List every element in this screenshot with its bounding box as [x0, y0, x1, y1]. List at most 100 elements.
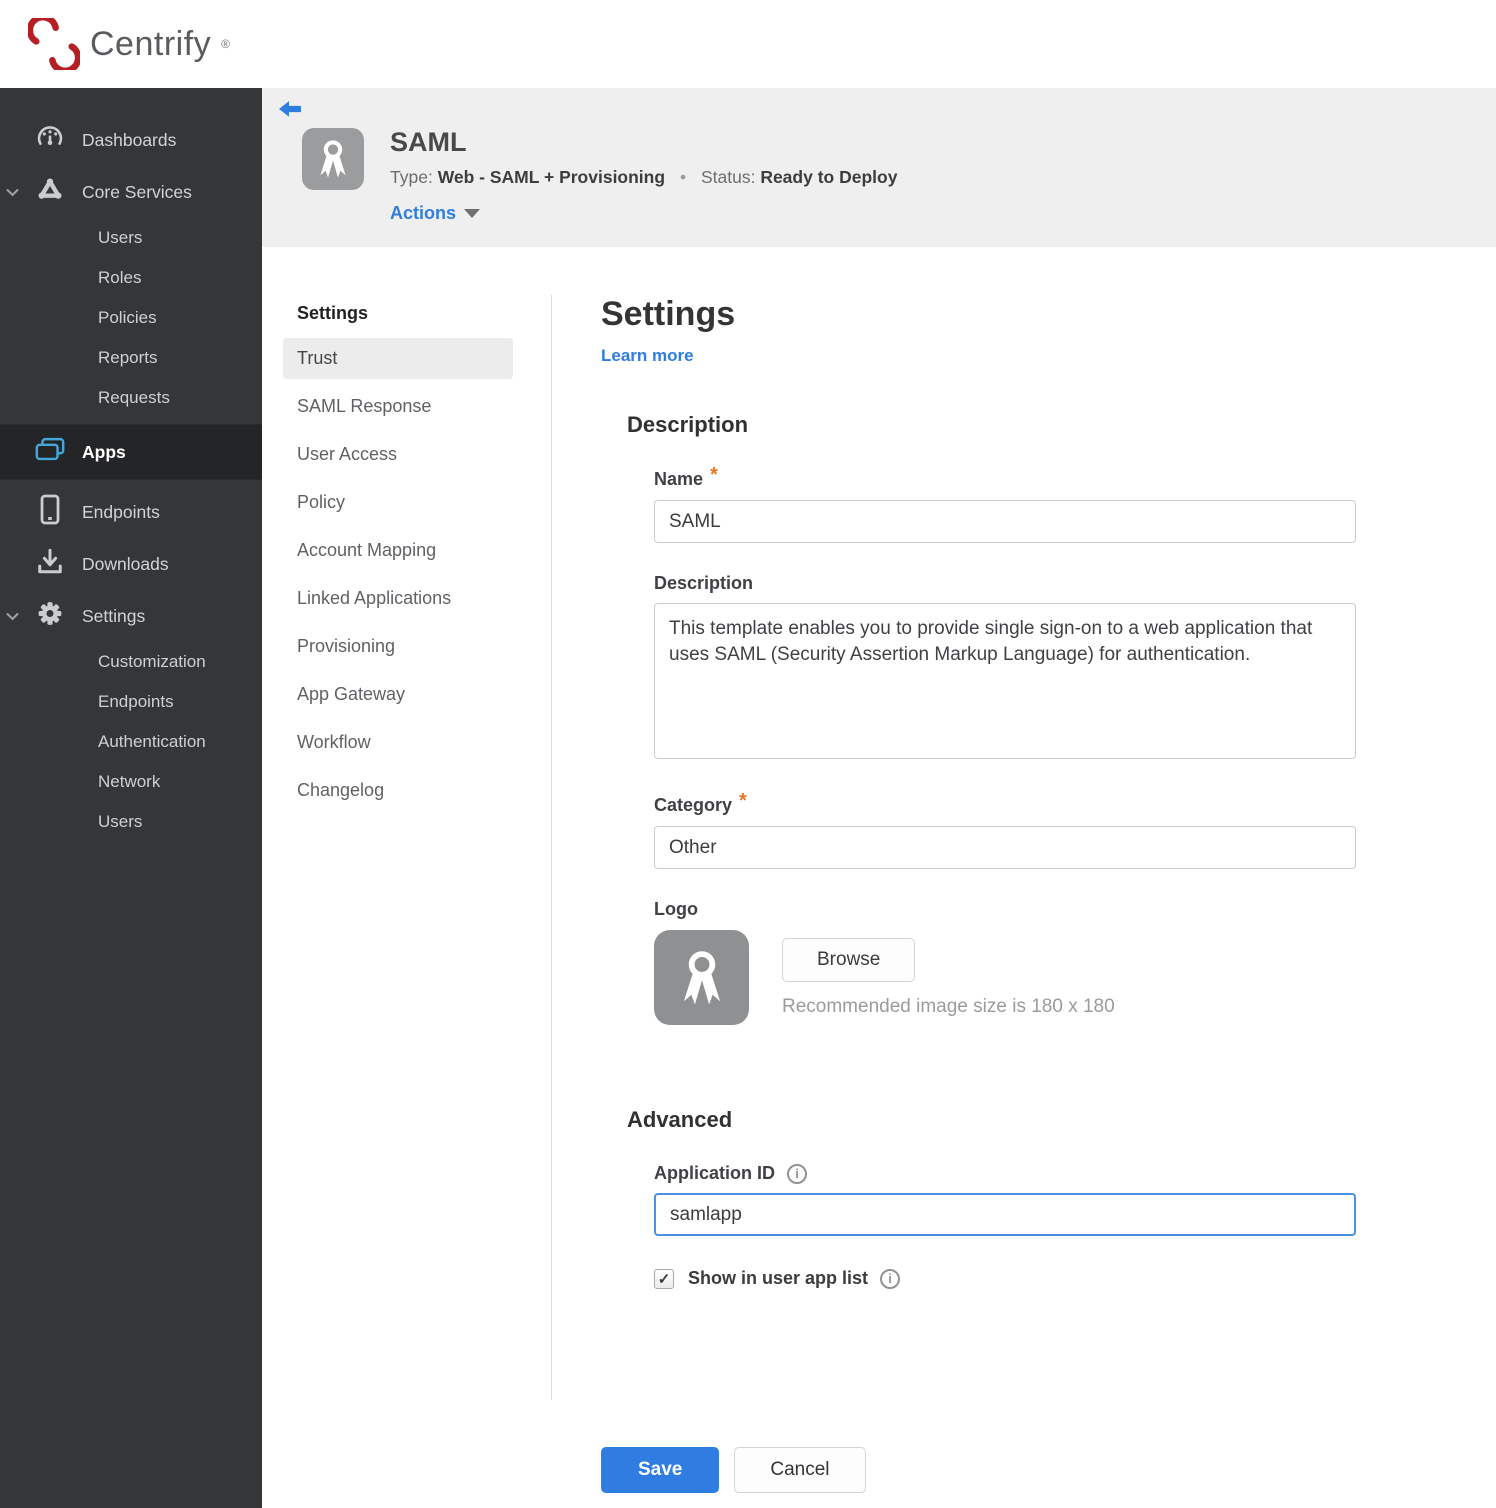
core-services-children: Users Roles Policies Reports Requests	[0, 218, 262, 418]
save-button[interactable]: Save	[601, 1447, 720, 1493]
show-in-user-app-list-checkbox[interactable]: ✓	[654, 1268, 674, 1289]
sidebar-item-customization[interactable]: Customization	[0, 642, 262, 682]
app-header-band: SAML Type: Web - SAML + Provisioning • S…	[262, 88, 1496, 247]
sidebar-item-label: Endpoints	[82, 501, 160, 522]
show-in-user-app-list-label: Show in user app list	[688, 1268, 869, 1288]
actions-label: Actions	[390, 202, 457, 223]
type-label: Type:	[390, 166, 433, 187]
subnav-item-saml-response[interactable]: SAML Response	[283, 386, 513, 427]
sidebar-item-policies[interactable]: Policies	[0, 298, 262, 338]
required-marker: *	[710, 464, 718, 486]
chevron-down-icon[interactable]	[6, 182, 19, 203]
category-label: Category	[654, 795, 733, 815]
smartphone-icon	[33, 494, 67, 530]
name-field[interactable]	[654, 500, 1356, 543]
sidebar-item-label: Downloads	[82, 553, 169, 574]
actions-dropdown[interactable]: Actions	[390, 203, 897, 224]
sidebar-item-endpoints[interactable]: Endpoints	[0, 486, 262, 538]
subnav-item-workflow[interactable]: Workflow	[283, 722, 513, 763]
sidebar-item-users[interactable]: Users	[0, 218, 262, 258]
registered-mark: ®	[221, 37, 230, 51]
subnav-item-linked-applications[interactable]: Linked Applications	[283, 578, 513, 619]
sidebar-item-roles[interactable]: Roles	[0, 258, 262, 298]
required-marker: *	[739, 790, 747, 812]
subnav-item-trust[interactable]: Trust	[283, 338, 513, 379]
sidebar-item-label: Apps	[82, 441, 126, 462]
dot-separator: •	[679, 166, 687, 187]
advanced-section-heading: Advanced	[627, 1107, 733, 1132]
settings-children: Customization Endpoints Authentication N…	[0, 642, 262, 842]
sidebar-item-network[interactable]: Network	[0, 762, 262, 802]
logo-preview	[654, 930, 749, 1025]
name-label: Name	[654, 469, 704, 489]
sidebar-item-label: Dashboards	[82, 129, 177, 150]
subnav-item-provisioning[interactable]: Provisioning	[283, 626, 513, 667]
subnav-item-policy[interactable]: Policy	[283, 482, 513, 523]
download-icon	[33, 548, 67, 581]
sidebar-item-label: Core Services	[82, 181, 192, 202]
sidebar-item-core-services[interactable]: Core Services	[0, 166, 262, 218]
sidebar-item-settings[interactable]: Settings	[0, 590, 262, 642]
sidebar-subitem-label: Policies	[98, 308, 157, 327]
description-field[interactable]: This template enables you to provide sin…	[654, 603, 1356, 759]
subnav-header: Settings	[297, 303, 369, 323]
logo-label: Logo	[654, 899, 698, 919]
caret-down-icon	[464, 208, 481, 218]
description-label: Description	[654, 573, 754, 593]
page-title: Settings	[601, 295, 736, 333]
gear-icon	[33, 600, 67, 633]
subnav-item-app-gateway[interactable]: App Gateway	[283, 674, 513, 715]
sidebar-item-downloads[interactable]: Downloads	[0, 538, 262, 590]
work-area: Settings Trust SAML Response User Access…	[262, 247, 1496, 1508]
type-value: Web - SAML + Provisioning	[437, 166, 666, 187]
status-label: Status:	[700, 166, 756, 187]
app-logo-badge	[302, 128, 364, 190]
centrify-logo: Centrify ®	[28, 18, 230, 70]
sidebar-item-requests[interactable]: Requests	[0, 378, 262, 418]
description-section-heading: Description	[627, 412, 749, 437]
learn-more-link[interactable]: Learn more	[601, 346, 694, 366]
cancel-button[interactable]: Cancel	[734, 1447, 866, 1493]
status-badge: Ready to Deploy	[760, 166, 898, 187]
chevron-down-icon[interactable]	[6, 606, 19, 627]
sidebar-subitem-label: Customization	[98, 652, 206, 671]
sidebar-subitem-label: Users	[98, 812, 143, 831]
sidebar-subitem-label: Users	[98, 228, 143, 247]
apps-icon	[33, 437, 67, 468]
settings-subnav: Settings Trust SAML Response User Access…	[283, 295, 513, 1508]
back-arrow-icon[interactable]	[278, 100, 302, 124]
gauge-icon	[33, 124, 67, 157]
application-id-field[interactable]	[654, 1193, 1356, 1236]
sidebar-subitem-label: Requests	[98, 388, 170, 407]
sidebar-item-settings-users[interactable]: Users	[0, 802, 262, 842]
sidebar-item-apps[interactable]: Apps	[0, 424, 262, 480]
sidebar-subitem-label: Endpoints	[98, 692, 174, 711]
top-bar: Centrify ®	[0, 0, 1496, 88]
sidebar-item-authentication[interactable]: Authentication	[0, 722, 262, 762]
sidebar: Dashboards Core Services Users Roles Pol…	[0, 88, 262, 1508]
app-type-status-row: Type: Web - SAML + Provisioning • Status…	[390, 167, 897, 188]
centrify-swirl-icon	[28, 18, 80, 70]
sidebar-subitem-label: Reports	[98, 348, 158, 367]
sidebar-item-settings-endpoints[interactable]: Endpoints	[0, 682, 262, 722]
sidebar-item-label: Settings	[82, 605, 146, 626]
browse-button[interactable]: Browse	[782, 938, 916, 982]
sidebar-subitem-label: Authentication	[98, 732, 206, 751]
subnav-item-changelog[interactable]: Changelog	[283, 770, 513, 811]
subnav-item-account-mapping[interactable]: Account Mapping	[283, 530, 513, 571]
content-area: SAML Type: Web - SAML + Provisioning • S…	[262, 88, 1496, 1508]
logo-size-hint: Recommended image size is 180 x 180	[782, 996, 1115, 1017]
sidebar-subitem-label: Roles	[98, 268, 142, 287]
ribbon-award-icon	[320, 140, 346, 178]
settings-panel: Settings Learn more Description Name * D…	[601, 295, 1381, 1508]
info-icon[interactable]: i	[787, 1163, 807, 1184]
sidebar-item-reports[interactable]: Reports	[0, 338, 262, 378]
app-title: SAML	[390, 127, 467, 157]
category-field[interactable]	[654, 826, 1356, 869]
info-icon[interactable]: i	[880, 1268, 901, 1289]
sidebar-item-dashboards[interactable]: Dashboards	[0, 114, 262, 166]
vertical-divider	[551, 295, 552, 1400]
core-services-icon	[33, 176, 67, 209]
subnav-item-user-access[interactable]: User Access	[283, 434, 513, 475]
application-id-label: Application ID	[654, 1163, 775, 1183]
